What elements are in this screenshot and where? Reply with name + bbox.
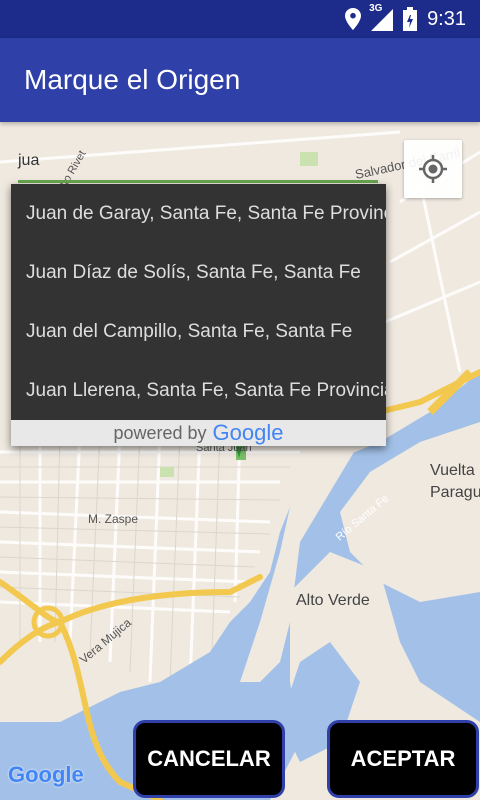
crosshair-icon [419,155,447,183]
google-logo-text: Google [8,762,84,787]
signal-icon: 3G [369,3,395,31]
my-location-button[interactable] [404,140,462,198]
cancel-button[interactable]: CANCELAR [133,720,285,798]
map-label-place: Paragu [430,484,480,501]
map-label-street: M. Zaspe [88,512,139,526]
battery-icon [403,7,418,31]
location-icon [345,8,362,30]
page-title: Marque el Origen [24,64,241,95]
search-underline [18,180,378,183]
map-label-place: Alto Verde [296,592,370,609]
suggestion-item[interactable]: Juan Díaz de Solís, Santa Fe, Santa Fe [11,243,386,302]
suggestion-item[interactable]: Juan Llerena, Santa Fe, Santa Fe Provinc… [11,361,386,420]
autocomplete-dropdown: Juan de Garay, Santa Fe, Santa Fe Provin… [11,184,386,446]
status-icons: 3G 9:31 [345,3,466,32]
google-brand: Google [212,420,284,445]
map-label-place: Vuelta [430,462,475,479]
status-time: 9:31 [427,7,466,30]
suggestion-item[interactable]: Juan de Garay, Santa Fe, Santa Fe Provin… [11,184,386,243]
powered-by-google: powered by Google [11,420,386,446]
search-input[interactable]: jua [18,152,39,170]
suggestion-item[interactable]: Juan del Campillo, Santa Fe, Santa Fe [11,302,386,361]
google-logo: Google [8,762,84,788]
status-bar: 3G 9:31 [0,0,480,38]
powered-by-text: powered by [113,422,207,443]
accept-button[interactable]: ACEPTAR [327,720,479,798]
network-type: 3G [369,3,383,14]
app-bar: Marque el Origen [0,38,480,122]
